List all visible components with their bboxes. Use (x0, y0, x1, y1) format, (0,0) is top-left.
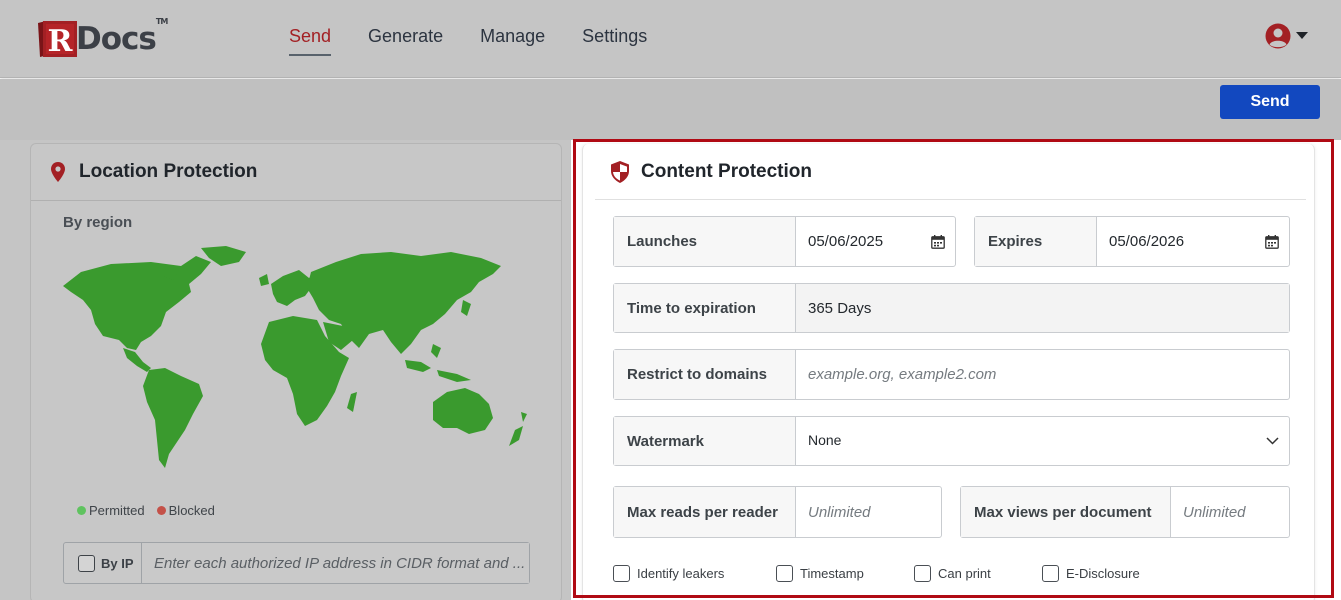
rdocs-logo[interactable]: R DocsTM (36, 16, 168, 60)
top-navbar: R DocsTM Send Generate Manage Settings (0, 0, 1341, 78)
nav-settings[interactable]: Settings (582, 26, 647, 56)
nav-generate[interactable]: Generate (368, 26, 443, 56)
by-ip-label: By IP (101, 555, 134, 571)
map-pin-icon (51, 162, 65, 182)
legend-permitted: Permitted (77, 503, 145, 518)
nav-send[interactable]: Send (289, 26, 332, 56)
by-region-label: By region (63, 214, 133, 231)
blocked-dot-icon (156, 506, 166, 515)
send-button[interactable]: Send (1220, 85, 1320, 119)
location-protection-header: Location Protection (31, 144, 561, 201)
location-protection-card: Location Protection By region Permitted … (30, 143, 562, 600)
location-protection-title: Location Protection (79, 161, 258, 182)
checkbox-box[interactable] (78, 554, 95, 572)
ip-address-input[interactable]: Enter each authorized IP address in CIDR… (142, 543, 529, 583)
logo-letter: R (48, 24, 74, 59)
map-legend: Permitted Blocked (77, 503, 215, 518)
user-circle-icon (1265, 23, 1291, 49)
main-nav: Send Generate Manage Settings (289, 26, 647, 56)
caret-down-icon (1296, 32, 1308, 39)
logo-text: DocsTM (76, 16, 168, 57)
user-menu-button[interactable] (1264, 22, 1308, 50)
world-map[interactable] (61, 244, 531, 474)
logo-r-badge-icon: R (36, 19, 80, 59)
permitted-dot-icon (77, 506, 86, 515)
nav-manage[interactable]: Manage (480, 26, 545, 56)
focus-highlight-frame (573, 139, 1334, 598)
ip-restriction-group: By IP Enter each authorized IP address i… (63, 542, 530, 584)
action-bar (0, 79, 1341, 140)
legend-blocked: Blocked (156, 503, 215, 518)
by-ip-checkbox[interactable]: By IP (64, 543, 142, 583)
